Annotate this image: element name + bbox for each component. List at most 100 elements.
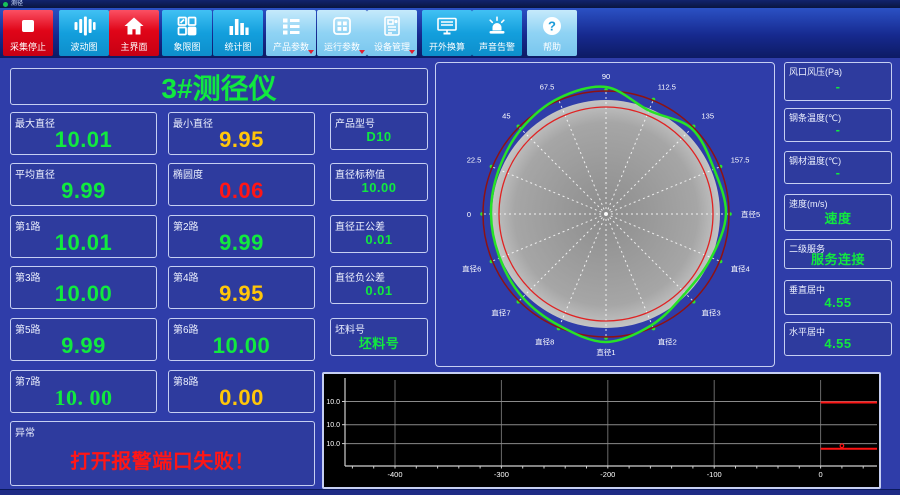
stats-chart-button[interactable]: 统计图 [213,10,263,56]
monitor-icon [435,14,459,38]
path-3-box: 第3路 10.00 [10,266,157,309]
polar-label: 直径8 [535,337,554,347]
dropdown-arrow-icon[interactable] [409,50,415,54]
steel-temp-value: - [835,164,841,180]
run-params-button[interactable]: 运行参数 [317,10,367,56]
polar-label: 0 [467,210,471,219]
window-title: 测径 [11,1,24,7]
polar-label: 直径5 [741,209,760,219]
product-model-box: 产品型号 D10 [330,112,428,150]
waveform-icon [72,14,96,38]
x-tick-label: -300 [494,470,509,479]
alarm-message: 打开报警端口失败！ [70,451,255,473]
billet-no-box: 坯料号 坯料号 [330,318,428,356]
polar-label: 90 [602,72,610,81]
polar-label: 直径6 [462,264,481,274]
minus-tolerance-value: 0.01 [365,282,393,298]
path-8-box: 第8路 0.00 [168,370,315,413]
horizontal-center-value: 4.55 [824,336,852,351]
status-sidebar: 风口风压(Pa) - 钢条温度(℃) - 钢材温度(℃) - 速度(m/s) 速度 二级服务 服务… [783,62,893,362]
wave-chart-button[interactable]: 波动图 [59,10,109,56]
product-params-button[interactable]: 产品参数 [266,10,316,56]
path-5-value: 9.99 [61,332,106,358]
quadrant-chart-button[interactable]: 象限图 [162,10,212,56]
path-1-box: 第1路 10.01 [10,215,157,258]
path-4-value: 9.95 [219,280,264,306]
path-7-box: 第7路 10. 00 [10,370,157,413]
toolbar: 采集停止 波动图 主界面 象限图 统计图 产品参数 运行参数 设备管理 开外换算 声音告警? 帮助 [0,8,900,58]
device-icon [380,14,404,38]
barchart-icon [226,14,250,38]
path-1-value: 10.01 [54,229,113,255]
polar-label: 135 [702,112,715,121]
y-tick-label: 10.0 [326,399,340,406]
l2-service-value: 服务连接 [810,252,865,267]
nominal-diameter-box: 直径标称值 10.00 [330,163,428,201]
gauge-title: 3#测径仪 [161,72,277,104]
vertical-center-box: 垂直居中 4.55 [784,280,892,315]
quadrant-icon [175,14,199,38]
window-footer [0,489,900,495]
stop-capture-label: 采集停止 [9,42,46,52]
min-diameter-value: 9.95 [219,126,264,152]
min-diameter-box: 最小直径 9.95 [168,112,315,155]
polar-label: 直径1 [596,347,615,357]
path-8-value: 0.00 [219,384,264,410]
x-tick-label: -200 [600,470,615,479]
polar-label: 45 [502,112,510,121]
quadrant-chart-label: 象限图 [173,42,201,52]
wave-chart-label: 波动图 [70,42,98,52]
device-manage-button[interactable]: 设备管理 [367,10,417,56]
list-icon [279,14,303,38]
x-tick-label: -400 [387,470,402,479]
main-screen-label: 主界面 [120,42,148,52]
x-tick-label: -100 [707,470,722,479]
horizontal-center-box: 水平居中 4.55 [784,322,892,356]
sound-alarm-button[interactable]: 声音告警 [472,10,522,56]
polar-label: 直径2 [658,337,677,347]
stop-capture-button[interactable]: 采集停止 [3,10,53,56]
y-tick-label: 10.0 [326,422,340,429]
gauge-title-box: 3#测径仪 [10,68,428,105]
polar-chart-panel: 0 22.5 45 67.5 90 112.5 135 157.5 直径5 直径4 直径3 直径2 直径… [435,62,775,367]
conversion-button[interactable]: 开外换算 [422,10,472,56]
trend-chart: -400 -300 -200 -100 0 10.0 10.0 10.0 [326,378,877,479]
grid-icon [330,14,354,38]
steel-temp-box: 钢材温度(℃) - [784,151,892,184]
path-7-value: 10. 00 [54,384,113,410]
stop-icon [16,14,40,38]
steel-bar-temp-value: - [835,122,841,137]
stats-chart-label: 统计图 [224,42,252,52]
path-6-value: 10.00 [212,332,271,358]
path-5-box: 第5路 9.99 [10,318,157,361]
path-6-box: 第6路 10.00 [168,318,315,361]
ovality-box: 椭圆度 0.06 [168,163,315,206]
max-diameter-box: 最大直径 10.01 [10,112,157,155]
path-2-box: 第2路 9.99 [168,215,315,258]
home-icon [122,14,146,38]
avg-diameter-value: 9.99 [61,177,106,203]
app-icon [3,1,8,7]
polar-chart: 0 22.5 45 67.5 90 112.5 135 157.5 直径5 直径4 直径3 直径2 直径… [462,72,760,357]
tuyere-pressure-value: - [835,78,841,94]
main-screen-button[interactable]: 主界面 [109,10,159,56]
dropdown-arrow-icon[interactable] [359,50,365,54]
svg-text:?: ? [548,19,556,34]
path-4-box: 第4路 9.95 [168,266,315,309]
speed-value: 速度 [824,210,852,226]
vertical-center-value: 4.55 [824,294,852,310]
y-tick-label: 10.0 [326,441,340,448]
trend-chart-panel: -400 -300 -200 -100 0 10.0 10.0 10.0 [322,372,881,489]
diameter-gauge-window: 测径 采集停止 波动图 主界面 象限图 统计图 产品参数 运行参数 设备管理 开外换算 声音告警?… [0,0,900,495]
steel-bar-temp-box: 钢条温度(℃) - [784,108,892,142]
plus-tolerance-value: 0.01 [365,231,393,247]
plus-tolerance-box: 直径正公差 0.01 [330,215,428,253]
polar-label: 157.5 [731,155,750,164]
billet-no-value: 坯料号 [358,335,400,351]
polar-label: 112.5 [658,82,676,91]
help-button[interactable]: ? 帮助 [527,10,577,56]
dropdown-arrow-icon[interactable] [308,50,314,54]
alarm-box: 异常 打开报警端口失败！ [10,421,315,486]
window-titlebar[interactable]: 测径 [0,0,900,8]
speed-box: 速度(m/s) 速度 [784,194,892,231]
